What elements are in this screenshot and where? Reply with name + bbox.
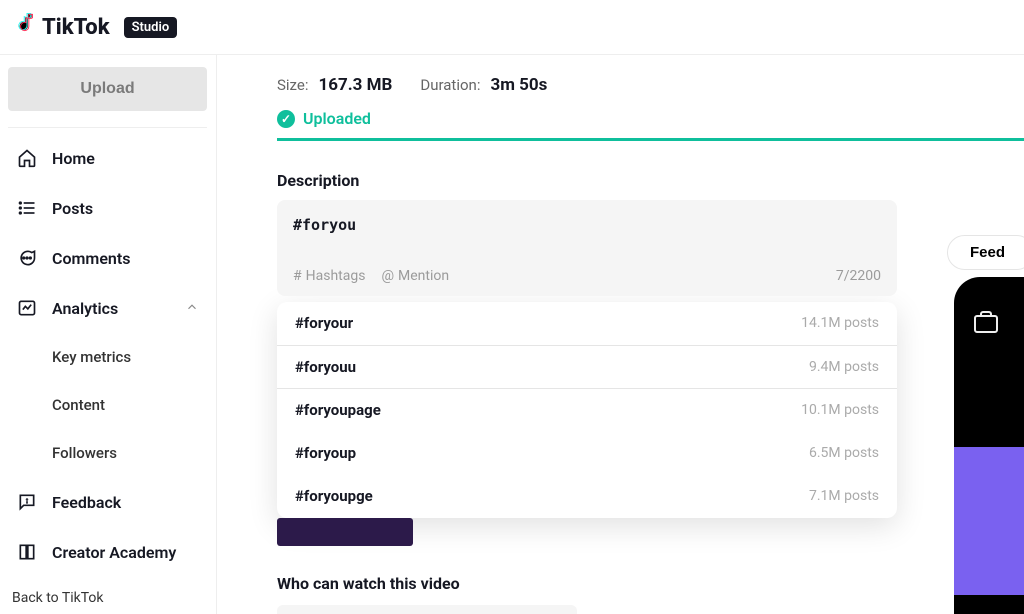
- brand-name: TikTok: [42, 15, 110, 40]
- duration-value: 3m 50s: [490, 75, 547, 95]
- suggestion-tag: #foryour: [295, 314, 353, 332]
- suggestion-count: 9.4M posts: [809, 359, 879, 375]
- feed-button[interactable]: Feed: [947, 235, 1024, 270]
- sidebar-item-label: Followers: [52, 444, 117, 462]
- suggestion-row[interactable]: #foryoupage 10.1M posts: [277, 389, 897, 432]
- suggestion-tag: #foryouu: [295, 358, 356, 376]
- book-icon: [16, 542, 38, 562]
- sidebar-item-label: Analytics: [52, 299, 118, 318]
- sidebar-item-posts[interactable]: Posts: [8, 184, 207, 232]
- sidebar-nav: Home Posts Comments Analytics Key metric…: [8, 134, 207, 576]
- hashtag-suggestions: #foryour14.1M posts#foryouu9.4M posts#fo…: [277, 302, 897, 518]
- sidebar-item-creator-academy[interactable]: Creator Academy: [8, 528, 207, 576]
- suggestion-row[interactable]: #foryoup 6.5M posts: [277, 432, 897, 475]
- mention-button[interactable]: @ Mention: [381, 268, 449, 284]
- live-icon: [974, 315, 998, 333]
- sidebar-item-label: Home: [52, 149, 95, 168]
- list-icon: [16, 198, 38, 218]
- mention-label: Mention: [398, 268, 449, 284]
- duration-label: Duration:: [420, 76, 480, 94]
- hashtags-label: Hashtags: [306, 268, 366, 284]
- hash-icon: #: [293, 268, 302, 284]
- upload-progress-bar: [277, 138, 1024, 141]
- back-to-tiktok-link[interactable]: Back to TikTok: [12, 590, 103, 606]
- suggestion-tag: #foryoup: [295, 444, 356, 462]
- upload-status: ✓ Uploaded: [277, 109, 1024, 128]
- sidebar-item-label: Key metrics: [52, 348, 131, 366]
- file-meta: Size: 167.3 MB Duration: 3m 50s: [277, 75, 1024, 95]
- suggestion-row[interactable]: #foryouu 9.4M posts: [277, 345, 897, 389]
- size-label: Size:: [277, 76, 308, 94]
- cover-thumbnail[interactable]: [277, 518, 413, 546]
- upload-button[interactable]: Upload: [8, 67, 207, 111]
- music-note-icon: [16, 12, 38, 42]
- studio-badge: Studio: [124, 17, 178, 38]
- sidebar-item-comments[interactable]: Comments: [8, 234, 207, 282]
- feedback-icon: [16, 492, 38, 512]
- app-header: TikTok Studio: [0, 0, 1024, 55]
- suggestion-count: 10.1M posts: [801, 402, 879, 418]
- video-preview-thumb: [954, 447, 1024, 595]
- visibility-label: Who can watch this video: [277, 574, 1024, 593]
- sidebar-item-label: Posts: [52, 199, 93, 218]
- at-icon: @: [381, 268, 394, 284]
- suggestion-row[interactable]: #foryour 14.1M posts: [277, 302, 897, 345]
- char-count: 7/2200: [836, 268, 881, 284]
- description-tools: # Hashtags @ Mention 7/2200: [293, 268, 881, 284]
- sidebar-sub-content[interactable]: Content: [8, 382, 207, 428]
- sidebar-item-home[interactable]: Home: [8, 134, 207, 182]
- description-input[interactable]: [293, 216, 881, 264]
- home-icon: [16, 148, 38, 168]
- suggestion-count: 14.1M posts: [801, 315, 879, 331]
- divider: [8, 127, 207, 128]
- comments-icon: [16, 248, 38, 268]
- sidebar-item-feedback[interactable]: Feedback: [8, 478, 207, 526]
- sidebar: Upload Home Posts Comments Analytics Key…: [0, 55, 216, 614]
- analytics-icon: [16, 298, 38, 318]
- main-content: Size: 167.3 MB Duration: 3m 50s ✓ Upload…: [216, 55, 1024, 614]
- suggestion-tag: #foryoupage: [295, 401, 381, 419]
- upload-status-text: Uploaded: [303, 109, 371, 128]
- visibility-select[interactable]: Everyone: [277, 605, 577, 614]
- sidebar-item-analytics[interactable]: Analytics: [8, 284, 207, 332]
- suggestion-row[interactable]: #foryoupge 7.1M posts: [277, 475, 897, 518]
- chevron-up-icon: [185, 299, 199, 318]
- description-box[interactable]: # Hashtags @ Mention 7/2200: [277, 200, 897, 296]
- sidebar-sub-followers[interactable]: Followers: [8, 430, 207, 476]
- sidebar-item-label: Content: [52, 396, 105, 414]
- suggestion-count: 7.1M posts: [809, 488, 879, 504]
- sidebar-item-label: Creator Academy: [52, 543, 176, 562]
- suggestion-tag: #foryoupge: [295, 487, 373, 505]
- sidebar-item-label: Feedback: [52, 493, 121, 512]
- phone-preview: [954, 277, 1024, 614]
- sidebar-sub-key-metrics[interactable]: Key metrics: [8, 334, 207, 380]
- size-value: 167.3 MB: [318, 75, 392, 95]
- suggestion-count: 6.5M posts: [809, 445, 879, 461]
- description-label: Description: [277, 171, 1024, 190]
- check-circle-icon: ✓: [277, 110, 295, 128]
- brand-logo[interactable]: TikTok Studio: [16, 12, 177, 42]
- hashtags-button[interactable]: # Hashtags: [293, 268, 365, 284]
- sidebar-item-label: Comments: [52, 249, 130, 268]
